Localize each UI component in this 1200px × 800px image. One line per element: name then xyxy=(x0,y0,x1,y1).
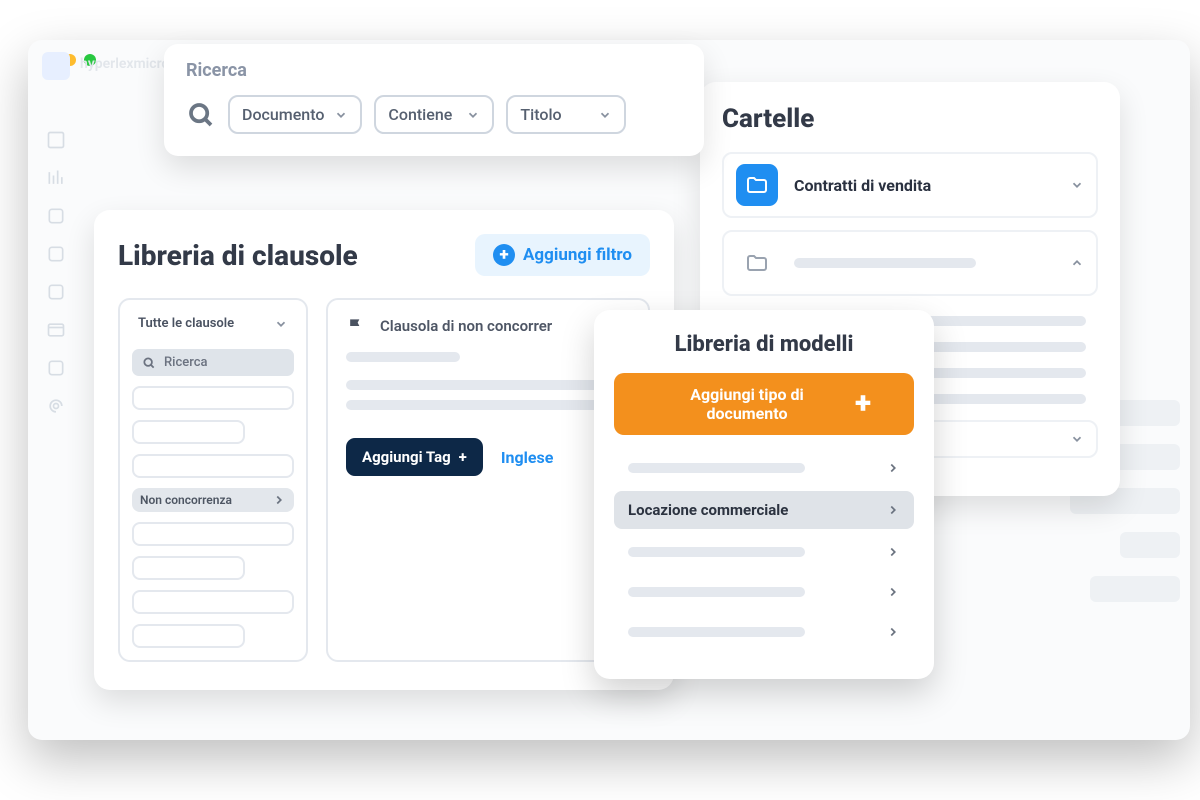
folder-icon xyxy=(736,164,778,206)
folder-icon xyxy=(736,242,778,284)
nav-icon xyxy=(46,358,66,378)
model-row[interactable] xyxy=(614,615,914,649)
chevron-right-icon xyxy=(886,585,900,599)
list-item[interactable] xyxy=(132,522,294,546)
nav-icon xyxy=(46,168,66,188)
chevron-right-icon xyxy=(886,461,900,475)
list-item[interactable] xyxy=(132,386,294,410)
clause-filter-select[interactable]: Tutte le clausole xyxy=(132,312,294,339)
list-item[interactable] xyxy=(132,420,245,444)
nav-icon xyxy=(46,396,66,416)
app-logo xyxy=(42,52,70,80)
add-tag-label: Aggiungi Tag xyxy=(362,448,451,466)
select-label: Titolo xyxy=(520,105,561,124)
clause-side-panel: Tutte le clausole Ricerca Non concorrenz… xyxy=(118,298,308,662)
chevron-up-icon xyxy=(1070,256,1084,270)
search-row: Documento Contiene Titolo xyxy=(186,95,682,134)
list-item[interactable] xyxy=(132,556,245,580)
list-item[interactable] xyxy=(132,624,245,648)
chevron-down-icon xyxy=(1070,178,1084,192)
clause-search-input[interactable]: Ricerca xyxy=(132,349,294,376)
model-label: Locazione commerciale xyxy=(628,501,788,519)
folder-row-selected[interactable]: Contratti di vendita xyxy=(722,152,1098,218)
folder-label: Contratti di vendita xyxy=(794,176,1054,195)
add-document-label: Aggiungi tipo di documento xyxy=(657,385,837,423)
plus-icon: + xyxy=(855,394,871,414)
language-link[interactable]: Inglese xyxy=(501,448,554,467)
nav-icon xyxy=(46,244,66,264)
select-label: Contiene xyxy=(388,105,452,124)
search-panel: Ricerca Documento Contiene Titolo xyxy=(164,44,704,156)
clause-header: Libreria di clausole + Aggiungi filtro xyxy=(118,234,650,276)
add-filter-label: Aggiungi filtro xyxy=(523,245,632,265)
search-placeholder: Ricerca xyxy=(164,355,208,370)
clause-filter-label: Tutte le clausole xyxy=(138,316,234,331)
chevron-right-icon xyxy=(272,493,286,507)
models-panel: Libreria di modelli Aggiungi tipo di doc… xyxy=(594,310,934,679)
background-sidebar xyxy=(28,100,86,740)
search-icon[interactable] xyxy=(186,100,216,130)
plus-icon: + xyxy=(493,244,515,266)
chevron-right-icon xyxy=(886,545,900,559)
model-row-selected[interactable]: Locazione commerciale xyxy=(614,491,914,529)
plus-icon: + xyxy=(459,448,467,466)
model-row[interactable] xyxy=(614,535,914,569)
nav-icon xyxy=(46,320,66,340)
folders-title: Cartelle xyxy=(722,104,1098,134)
select-field[interactable]: Titolo xyxy=(506,95,626,134)
select-document-type[interactable]: Documento xyxy=(228,95,362,134)
folder-row[interactable] xyxy=(722,230,1098,296)
chevron-down-icon xyxy=(1070,432,1084,446)
clause-detail-title: Clausola di non concorrer xyxy=(380,317,552,335)
chevron-down-icon xyxy=(598,108,612,122)
add-document-type-button[interactable]: Aggiungi tipo di documento + xyxy=(614,373,914,435)
add-tag-button[interactable]: Aggiungi Tag + xyxy=(346,438,483,476)
model-row[interactable] xyxy=(614,575,914,609)
model-row[interactable] xyxy=(614,451,914,485)
nav-icon xyxy=(46,282,66,302)
chevron-right-icon xyxy=(886,625,900,639)
list-item[interactable] xyxy=(132,590,294,614)
search-icon xyxy=(142,356,156,370)
select-label: Documento xyxy=(242,105,324,124)
chevron-right-icon xyxy=(886,503,900,517)
flag-icon xyxy=(346,316,366,336)
models-title: Libreria di modelli xyxy=(614,332,914,357)
tag-label: Non concorrenza xyxy=(140,493,232,507)
search-title: Ricerca xyxy=(186,60,682,81)
select-operator[interactable]: Contiene xyxy=(374,95,494,134)
clause-tag-item[interactable]: Non concorrenza xyxy=(132,488,294,512)
add-filter-button[interactable]: + Aggiungi filtro xyxy=(475,234,650,276)
nav-icon xyxy=(46,130,66,150)
clause-title: Libreria di clausole xyxy=(118,239,358,272)
chevron-down-icon xyxy=(334,108,348,122)
nav-icon xyxy=(46,206,66,226)
clause-library-panel: Libreria di clausole + Aggiungi filtro T… xyxy=(94,210,674,690)
list-item[interactable] xyxy=(132,454,294,478)
chevron-down-icon xyxy=(466,108,480,122)
chevron-down-icon xyxy=(274,317,288,331)
